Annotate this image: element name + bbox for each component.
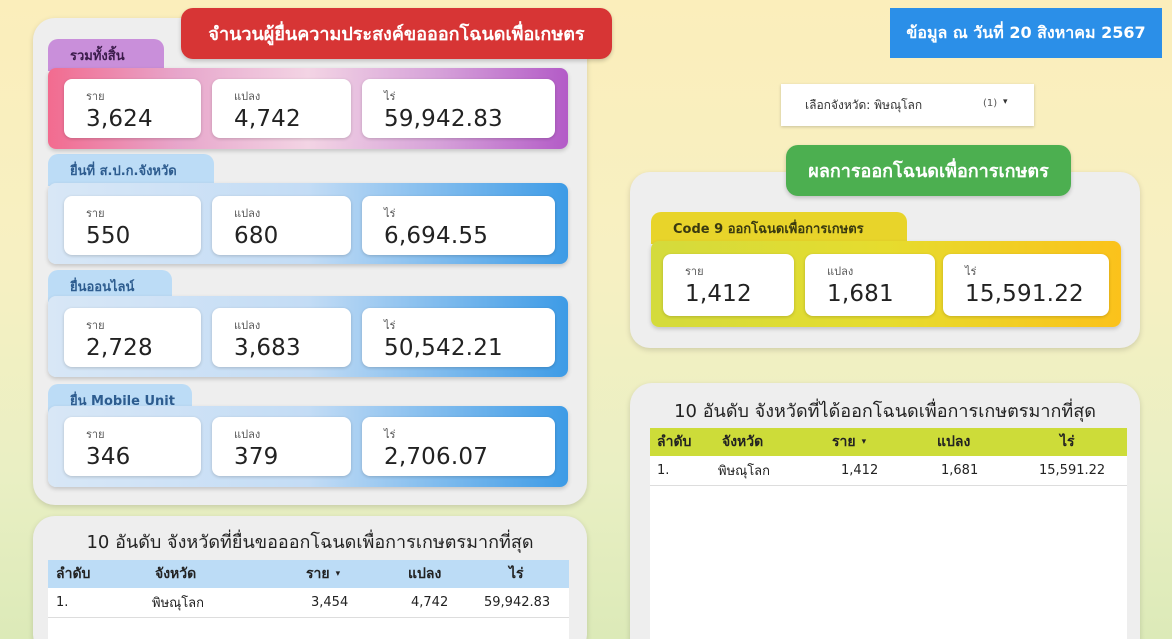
mobile-plots-card: แปลง 379 xyxy=(212,417,351,476)
stat-label: แปลง xyxy=(827,265,854,278)
top-applications-title: 10 อันดับ จังหวัดที่ยื่นขอออกโฉนดเพื่อกา… xyxy=(86,532,534,553)
column-rai[interactable]: ไร่ xyxy=(1060,428,1075,456)
column-province[interactable]: จังหวัด xyxy=(155,560,196,588)
stat-label: แปลง xyxy=(234,207,261,220)
column-plots[interactable]: แปลง xyxy=(408,560,441,588)
province-selector[interactable]: เลือกจังหวัด: พิษณุโลก (1) ▾ xyxy=(781,84,1034,126)
row-cases: 3,454 xyxy=(311,595,349,610)
total-rai-card: ไร่ 59,942.83 xyxy=(362,79,555,138)
office-rai-card: ไร่ 6,694.55 xyxy=(362,196,555,255)
online-cases-card: ราย 2,728 xyxy=(64,308,201,367)
stat-value: 2,728 xyxy=(86,335,153,361)
tab-code9: Code 9 ออกโฉนดเพื่อการเกษตร xyxy=(651,212,907,244)
stat-label: ราย xyxy=(86,428,105,441)
stat-label: ไร่ xyxy=(384,90,396,103)
sort-desc-icon[interactable]: ▾ xyxy=(336,569,341,579)
column-cases[interactable]: ราย ▾ xyxy=(306,560,340,588)
table-header: ลำดับ จังหวัด ราย ▾ แปลง ไร่ xyxy=(650,428,1127,456)
office-cases-card: ราย 550 xyxy=(64,196,201,255)
stat-value: 379 xyxy=(234,444,279,470)
province-selector-label: เลือกจังหวัด: พิษณุโลก xyxy=(805,97,923,112)
row-rank: 1. xyxy=(56,595,69,610)
row-province: พิษณุโลก xyxy=(152,596,205,611)
column-plots[interactable]: แปลง xyxy=(937,428,970,456)
stat-label: ราย xyxy=(86,319,105,332)
row-rai: 59,942.83 xyxy=(484,595,551,610)
stat-value: 550 xyxy=(86,223,131,249)
table-header: ลำดับ จังหวัด ราย ▾ แปลง ไร่ xyxy=(48,560,569,588)
top-issued-table: ลำดับ จังหวัด ราย ▾ แปลง ไร่ 1. พิษณุโลก… xyxy=(650,428,1127,639)
total-plots-card: แปลง 4,742 xyxy=(212,79,351,138)
stat-label: ไร่ xyxy=(384,428,396,441)
stat-value: 50,542.21 xyxy=(384,335,503,361)
table-row[interactable]: 1. พิษณุโลก 3,454 4,742 59,942.83 xyxy=(48,588,569,618)
top-issued-title: 10 อันดับ จังหวัดที่ได้ออกโฉนดเพื่อการเก… xyxy=(674,401,1096,422)
stat-label: แปลง xyxy=(234,319,261,332)
stat-value: 4,742 xyxy=(234,106,301,132)
code9-cases-card: ราย 1,412 xyxy=(663,254,794,316)
data-date-badge: ข้อมูล ณ วันที่ 20 สิงหาคม 2567 xyxy=(890,8,1162,58)
total-cases-card: ราย 3,624 xyxy=(64,79,201,138)
chevron-down-icon[interactable]: ▾ xyxy=(1003,97,1008,107)
stat-value: 3,624 xyxy=(86,106,153,132)
stat-label: ไร่ xyxy=(965,265,977,278)
stat-value: 3,683 xyxy=(234,335,301,361)
stat-label: แปลง xyxy=(234,428,261,441)
row-province: พิษณุโลก xyxy=(718,464,771,479)
stat-value: 680 xyxy=(234,223,279,249)
stat-value: 1,412 xyxy=(685,281,752,307)
stat-value: 346 xyxy=(86,444,131,470)
row-plots: 4,742 xyxy=(411,595,449,610)
column-rai[interactable]: ไร่ xyxy=(509,560,524,588)
code9-plots-card: แปลง 1,681 xyxy=(805,254,935,316)
row-plots: 1,681 xyxy=(941,463,979,478)
stat-value: 6,694.55 xyxy=(384,223,489,249)
row-rank: 1. xyxy=(657,463,670,478)
stat-label: ราย xyxy=(685,265,704,278)
stat-value: 1,681 xyxy=(827,281,894,307)
table-row[interactable]: 1. พิษณุโลก 1,412 1,681 15,591.22 xyxy=(650,456,1127,486)
stat-value: 2,706.07 xyxy=(384,444,489,470)
online-rai-card: ไร่ 50,542.21 xyxy=(362,308,555,367)
stat-label: ราย xyxy=(86,90,105,103)
column-cases-label: ราย xyxy=(832,434,856,450)
stat-label: แปลง xyxy=(234,90,261,103)
tab-office: ยื่นที่ ส.ป.ก.จังหวัด xyxy=(48,154,214,186)
row-rai: 15,591.22 xyxy=(1039,463,1106,478)
column-rank[interactable]: ลำดับ xyxy=(657,428,691,456)
tab-total: รวมทั้งสิ้น xyxy=(48,39,164,71)
stat-label: ไร่ xyxy=(384,319,396,332)
code9-rai-card: ไร่ 15,591.22 xyxy=(943,254,1109,316)
stat-value: 15,591.22 xyxy=(965,281,1084,307)
column-cases[interactable]: ราย ▾ xyxy=(832,428,866,456)
sort-desc-icon[interactable]: ▾ xyxy=(862,437,867,447)
result-title: ผลการออกโฉนดเพื่อการเกษตร xyxy=(786,145,1071,196)
online-plots-card: แปลง 3,683 xyxy=(212,308,351,367)
mobile-rai-card: ไร่ 2,706.07 xyxy=(362,417,555,476)
stat-label: ราย xyxy=(86,207,105,220)
stat-label: ไร่ xyxy=(384,207,396,220)
row-cases: 1,412 xyxy=(841,463,879,478)
selected-count: (1) xyxy=(983,98,998,109)
column-rank[interactable]: ลำดับ xyxy=(56,560,90,588)
mobile-cases-card: ราย 346 xyxy=(64,417,201,476)
column-cases-label: ราย xyxy=(306,566,330,582)
column-province[interactable]: จังหวัด xyxy=(722,428,763,456)
stat-value: 59,942.83 xyxy=(384,106,503,132)
office-plots-card: แปลง 680 xyxy=(212,196,351,255)
top-applications-table: ลำดับ จังหวัด ราย ▾ แปลง ไร่ 1. พิษณุโลก… xyxy=(48,560,569,639)
summary-title: จำนวนผู้ยื่นความประสงค์ขอออกโฉนดเพื่อเกษ… xyxy=(181,8,612,59)
